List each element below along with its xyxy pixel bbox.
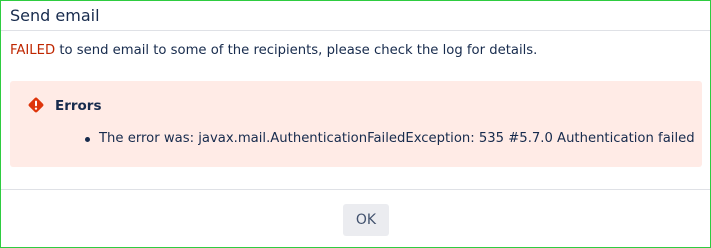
error-list-item: The error was: javax.mail.Authentication…	[10, 130, 695, 148]
error-item-text: The error was: javax.mail.Authentication…	[99, 131, 695, 146]
errors-heading: Errors	[55, 98, 102, 114]
status-message: FAILED to send email to some of the reci…	[10, 42, 537, 60]
dialog-footer: OK	[1, 189, 710, 247]
ok-button[interactable]: OK	[343, 204, 389, 236]
dialog-title: Send email	[10, 6, 100, 25]
status-message-text: to send email to some of the recipients,…	[55, 43, 538, 58]
dialog-header: Send email	[1, 1, 710, 31]
send-email-dialog: Send email FAILED to send email to some …	[0, 0, 711, 248]
bullet-icon	[85, 137, 90, 142]
error-diamond-icon	[27, 96, 45, 114]
errors-panel: Errors The error was: javax.mail.Authent…	[10, 81, 702, 167]
errors-list: The error was: javax.mail.Authentication…	[10, 130, 695, 148]
failed-status-text: FAILED	[10, 43, 56, 58]
